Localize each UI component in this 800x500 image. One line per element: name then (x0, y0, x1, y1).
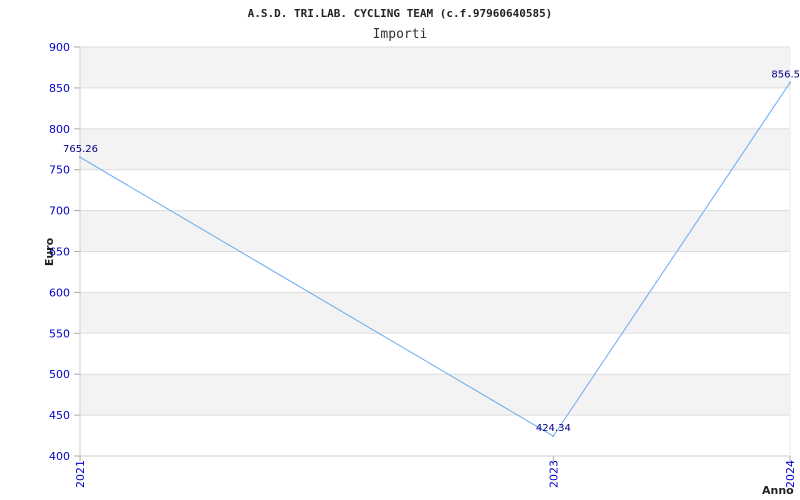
y-tick-label-450: 450 (49, 409, 70, 422)
data-point-2023 (552, 435, 555, 438)
x-axis-label: Anno (762, 484, 794, 497)
data-label-2023: 424.34 (536, 423, 571, 434)
y-tick-label-750: 750 (49, 164, 70, 177)
data-point-2024 (789, 81, 791, 84)
grid-band-550-600 (80, 292, 790, 334)
grid-band-650-700 (80, 210, 790, 252)
y-tick-label-800: 800 (49, 123, 70, 136)
chart: 400450500550600650700750800850900 2021 20… (43, 7, 800, 497)
background-bands (80, 47, 790, 416)
grid-band-850-900 (80, 47, 790, 88)
y-tick-label-550: 550 (49, 327, 70, 340)
data-label-2024: 856.5 (771, 70, 800, 81)
y-axis-label: Euro (43, 237, 56, 266)
y-tick-label-600: 600 (49, 286, 70, 299)
x-tick-label-2021: 2021 (74, 460, 87, 488)
data-point-2021 (79, 156, 81, 159)
grid-band-750-800 (80, 128, 790, 170)
x-tick-labels: 2021 2023 2024 (74, 460, 797, 488)
y-tick-label-400: 400 (49, 450, 70, 463)
y-tick-label-700: 700 (49, 205, 70, 218)
y-tick-label-500: 500 (49, 368, 70, 381)
data-label-2021: 765.26 (63, 144, 98, 155)
chart-title: A.S.D. TRI.LAB. CYCLING TEAM (c.f.979606… (248, 7, 553, 20)
y-tick-label-900: 900 (49, 41, 70, 54)
x-tick-label-2023: 2023 (547, 460, 560, 488)
grid-band-450-500 (80, 374, 790, 416)
chart-subtitle: Importi (373, 27, 428, 42)
y-tick-label-850: 850 (49, 82, 70, 95)
